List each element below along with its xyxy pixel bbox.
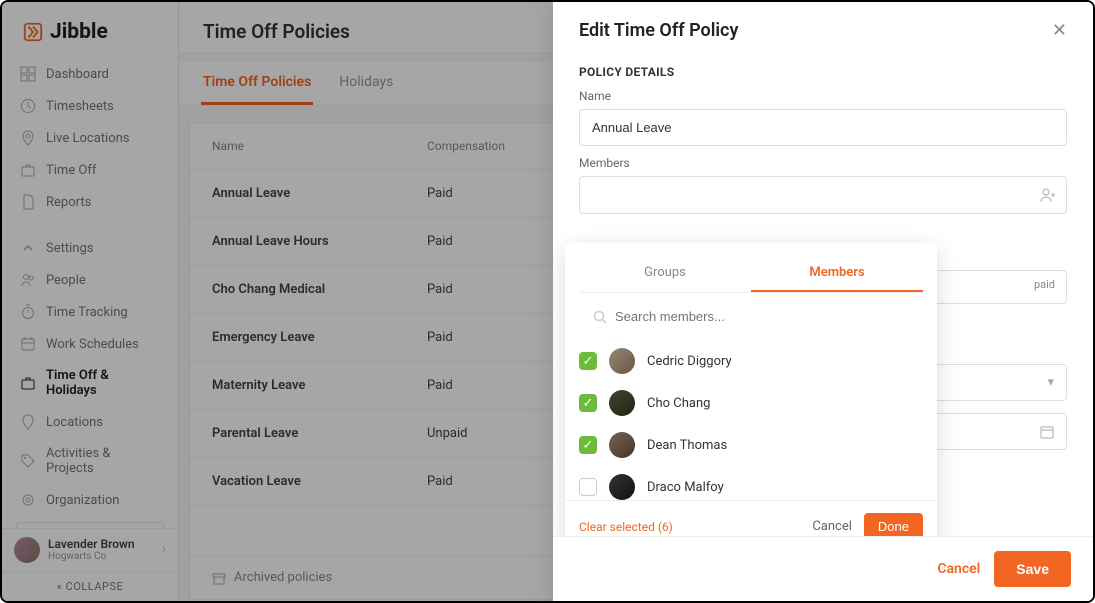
popover-done-button[interactable]: Done <box>864 513 923 536</box>
policy-name-input[interactable] <box>579 109 1067 146</box>
member-name: Draco Malfoy <box>647 480 724 495</box>
member-row[interactable]: Draco Malfoy <box>579 466 923 500</box>
name-label: Name <box>579 89 1067 103</box>
avatar <box>609 432 635 458</box>
member-name: Dean Thomas <box>647 438 727 453</box>
checkbox-checked[interactable]: ✓ <box>579 394 597 412</box>
edit-policy-panel: Edit Time Off Policy ✕ POLICY DETAILS Na… <box>553 2 1093 601</box>
save-button[interactable]: Save <box>994 551 1071 587</box>
members-label: Members <box>579 156 1067 170</box>
panel-title: Edit Time Off Policy <box>579 20 738 41</box>
popover-tab-members[interactable]: Members <box>751 255 923 292</box>
search-members-input[interactable] <box>615 309 909 324</box>
member-row[interactable]: ✓ Cho Chang <box>579 382 923 424</box>
members-list: ✓ Cedric Diggory ✓ Cho Chang ✓ Dean Thom… <box>565 340 937 500</box>
paid-chip: paid <box>1034 278 1055 291</box>
member-name: Cho Chang <box>647 396 710 411</box>
checkbox[interactable] <box>579 478 597 496</box>
avatar <box>609 348 635 374</box>
search-icon <box>593 310 607 324</box>
chevron-down-icon: ▾ <box>1047 375 1054 390</box>
cancel-button[interactable]: Cancel <box>937 561 980 577</box>
popover-tab-groups[interactable]: Groups <box>579 255 751 292</box>
add-person-icon[interactable] <box>1039 186 1057 204</box>
member-row[interactable]: ✓ Cedric Diggory <box>579 340 923 382</box>
checkbox-checked[interactable]: ✓ <box>579 352 597 370</box>
member-name: Cedric Diggory <box>647 354 732 369</box>
calendar-icon <box>1040 425 1054 439</box>
members-popover: Groups Members ✓ Cedric Diggory ✓ <box>565 243 937 536</box>
avatar <box>609 390 635 416</box>
popover-cancel[interactable]: Cancel <box>812 519 852 534</box>
member-row[interactable]: ✓ Dean Thomas <box>579 424 923 466</box>
checkbox-checked[interactable]: ✓ <box>579 436 597 454</box>
close-icon[interactable]: ✕ <box>1052 20 1067 41</box>
section-policy-details: POLICY DETAILS <box>579 65 1067 79</box>
members-input[interactable] <box>579 176 1067 214</box>
clear-selected[interactable]: Clear selected (6) <box>579 520 673 534</box>
avatar <box>609 474 635 500</box>
